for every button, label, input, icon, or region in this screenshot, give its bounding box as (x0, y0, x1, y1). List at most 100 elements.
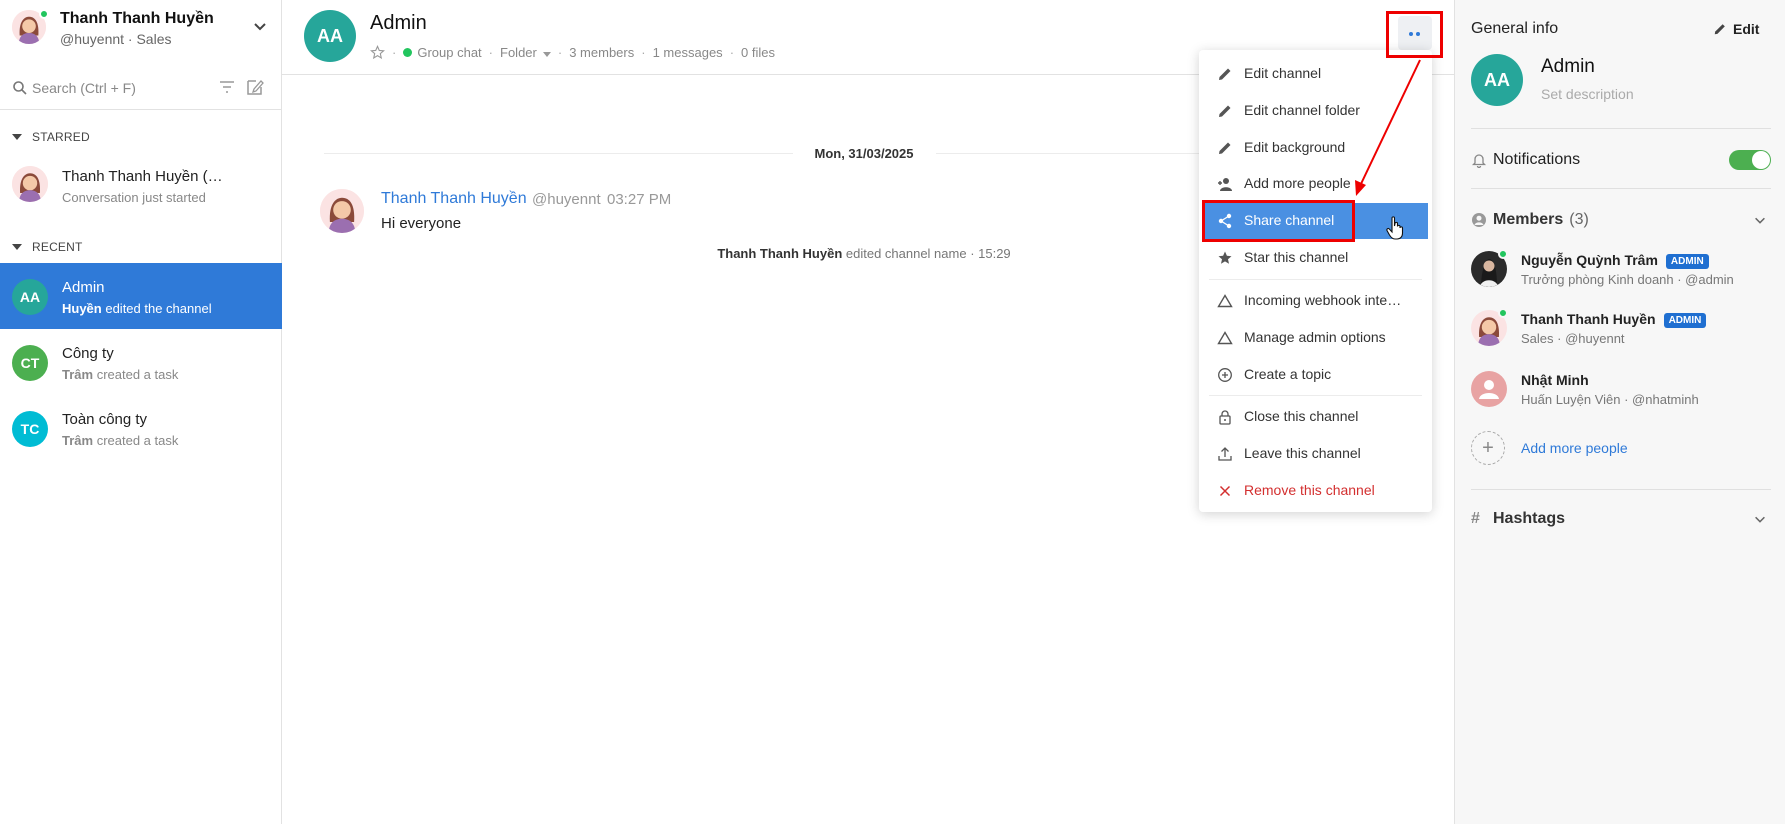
channel-type: Group chat (417, 45, 482, 60)
current-user-menu[interactable]: Thanh Thanh Huyền @huyennt · Sales (12, 9, 274, 50)
conversation-item-cong-ty[interactable]: CT Công ty Trâm created a task (0, 329, 282, 395)
add-people-label: Add more people (1521, 440, 1628, 456)
chevron-down-icon[interactable] (1753, 512, 1767, 526)
conversation-title: Admin (62, 279, 105, 296)
online-status-dot (1498, 249, 1508, 259)
conversation-subtitle: Conversation just started (62, 190, 206, 205)
menu-item-edit-channel-folder[interactable]: Edit channel folder (1199, 93, 1432, 129)
conversation-item-starred[interactable]: Thanh Thanh Huyền (… Conversation just s… (0, 152, 282, 218)
conversation-subtitle: Trâm created a task (62, 367, 178, 382)
starred-label: STARRED (32, 130, 90, 144)
conversation-title: Công ty (62, 345, 114, 362)
member-name: Nhật Minh (1521, 372, 1589, 388)
star-icon (1218, 251, 1232, 264)
menu-item-label: Manage admin options (1244, 329, 1386, 345)
date-label: Mon, 31/03/2025 (792, 146, 936, 161)
member-subtitle: Sales · @huyennt (1521, 331, 1625, 346)
conversation-avatar (12, 166, 48, 202)
menu-item-add-more-people[interactable]: Add more people (1199, 166, 1432, 202)
starred-section-header[interactable]: STARRED (12, 130, 90, 144)
pencil-icon (1219, 68, 1231, 80)
recent-section-header[interactable]: RECENT (12, 240, 83, 254)
chevron-down-icon[interactable] (252, 18, 268, 34)
subtitle-action: created a task (93, 433, 179, 448)
member-item[interactable]: Nguyễn Quỳnh Trâm ADMIN Trưởng phòng Kinh… (1471, 249, 1771, 299)
menu-item-remove-channel[interactable]: Remove this channel (1199, 473, 1432, 509)
members-label: Members (1493, 211, 1564, 228)
menu-item-label: Remove this channel (1244, 482, 1375, 498)
star-icon[interactable] (370, 45, 385, 60)
recent-label: RECENT (32, 240, 83, 254)
notifications-row: Notifications (1471, 151, 1580, 169)
message-avatar[interactable] (320, 189, 364, 233)
add-people-button[interactable]: + Add more people (1471, 431, 1771, 467)
lock-icon (1219, 410, 1231, 425)
channel-title: Admin (370, 12, 427, 34)
menu-item-star-channel[interactable]: Star this channel (1199, 240, 1432, 276)
admin-badge: ADMIN (1665, 254, 1709, 269)
menu-item-label: Add more people (1244, 175, 1351, 191)
search-input[interactable]: Search (Ctrl + F) (32, 80, 136, 96)
subtitle-action: edited the channel (101, 301, 212, 316)
filter-icon[interactable] (218, 78, 236, 96)
folder-label: Folder (500, 45, 537, 60)
member-name-text: Thanh Thanh Huyền (1521, 311, 1656, 327)
menu-item-label: Edit channel (1244, 65, 1322, 81)
folder-dropdown[interactable]: Folder (500, 45, 551, 60)
member-item[interactable]: Thanh Thanh Huyền ADMIN Sales · @huyennt (1471, 308, 1771, 358)
menu-item-edit-background[interactable]: Edit background (1199, 130, 1432, 166)
menu-item-label: Star this channel (1244, 249, 1349, 265)
conversation-avatar: CT (12, 345, 48, 381)
description-field[interactable]: Set description (1541, 86, 1634, 102)
menu-item-create-topic[interactable]: Create a topic (1199, 357, 1432, 393)
members-count[interactable]: 3 members (569, 45, 634, 60)
chevron-down-icon[interactable] (1753, 213, 1767, 227)
menu-item-edit-channel[interactable]: Edit channel (1199, 56, 1432, 92)
menu-item-close-channel[interactable]: Close this channel (1199, 399, 1432, 435)
member-item[interactable]: Nhật Minh Huấn Luyện Viên · @nhatminh (1471, 369, 1771, 419)
conversation-item-toan-cong-ty[interactable]: TC Toàn công ty Trâm created a task (0, 395, 282, 461)
divider (1471, 188, 1771, 189)
conversation-item-admin[interactable]: AA Admin Huyền edited the channel (0, 263, 282, 329)
group-name: Admin (1541, 56, 1595, 77)
message-author[interactable]: Thanh Thanh Huyền (381, 190, 527, 208)
current-user-subtitle: @huyennt · Sales (60, 31, 172, 47)
menu-item-label: Create a topic (1244, 366, 1332, 382)
message-time: 03:27 PM (607, 191, 672, 208)
search-bar: Search (Ctrl + F) (0, 68, 282, 110)
notifications-toggle[interactable] (1729, 150, 1771, 170)
annotation-box-more-button (1386, 11, 1443, 58)
hashtags-section-header[interactable]: # Hashtags (1471, 510, 1565, 528)
hashtag-icon: # (1471, 510, 1480, 527)
caret-down-icon (542, 52, 551, 57)
pencil-icon (1219, 142, 1231, 154)
triangle-icon (1217, 294, 1233, 308)
admin-badge: ADMIN (1663, 313, 1707, 328)
pencil-icon (1219, 105, 1231, 117)
channel-options-menu: Edit channel Edit channel folder Edit ba… (1199, 50, 1432, 512)
plus-circle-icon (1218, 368, 1232, 382)
menu-item-label: Edit background (1244, 139, 1346, 155)
conversation-title: Toàn công ty (62, 411, 148, 428)
menu-item-leave-channel[interactable]: Leave this channel (1199, 436, 1432, 472)
menu-item-manage-admin-options[interactable]: Manage admin options (1199, 320, 1432, 356)
edit-info-button[interactable]: Edit (1713, 21, 1759, 37)
member-avatar (1471, 371, 1507, 407)
conversation-subtitle: Huyền edited the channel (62, 301, 212, 316)
menu-item-incoming-webhook[interactable]: Incoming webhook inte… (1199, 283, 1432, 319)
members-count: (3) (1569, 211, 1589, 228)
members-section-header[interactable]: Members (3) (1471, 211, 1589, 229)
pencil-icon (1714, 24, 1725, 35)
menu-divider (1209, 395, 1422, 396)
hashtags-label: Hashtags (1493, 510, 1566, 527)
conversation-subtitle: Trâm created a task (62, 433, 178, 448)
menu-item-label: Leave this channel (1244, 445, 1361, 461)
online-status-dot (39, 9, 49, 19)
subtitle-actor: Huyền (62, 301, 102, 316)
divider (1471, 128, 1771, 129)
files-count[interactable]: 0 files (741, 45, 775, 60)
conversation-title: Thanh Thanh Huyền (… (62, 168, 223, 185)
subtitle-actor: Trâm (62, 367, 94, 382)
compose-icon[interactable] (246, 78, 264, 96)
close-icon (1219, 485, 1231, 497)
